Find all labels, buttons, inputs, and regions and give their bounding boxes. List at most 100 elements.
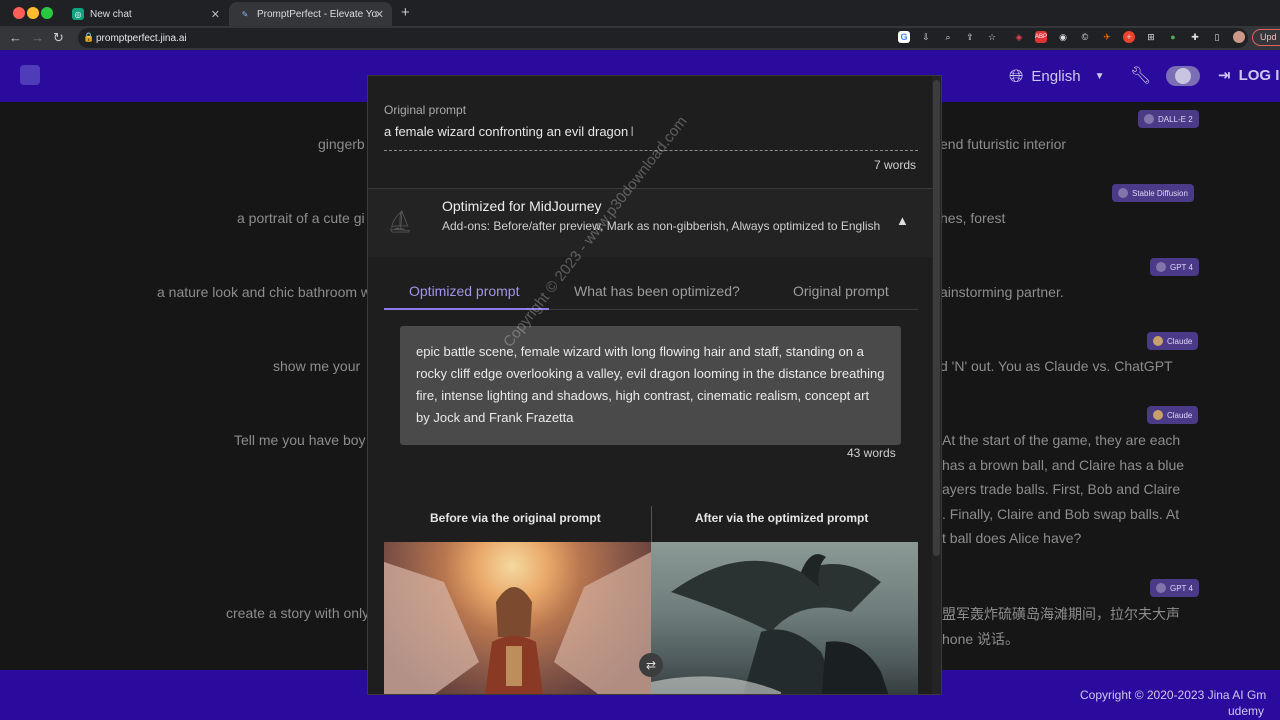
- history-item-text: a portrait of a cute gi: [237, 210, 365, 226]
- stable-diffusion-icon: [1118, 188, 1128, 198]
- result-tabs: Optimized prompt What has been optimized…: [384, 271, 918, 310]
- login-button[interactable]: ⇥ LOG I: [1218, 66, 1280, 85]
- google-icon[interactable]: G: [898, 31, 910, 43]
- login-icon: ⇥: [1218, 67, 1231, 84]
- history-item-text: At the start of the game, they are each: [942, 432, 1181, 448]
- extension-icon[interactable]: ●: [1167, 31, 1179, 43]
- address-bar[interactable]: 🔒 promptperfect.jina.ai: [78, 28, 1248, 48]
- login-label: LOG I: [1238, 66, 1280, 84]
- extension-icon[interactable]: ✈: [1101, 31, 1113, 43]
- chatgpt-icon: ◎: [72, 8, 84, 20]
- history-item-text: d 'N' out. You as Claude vs. ChatGPT: [940, 358, 1173, 374]
- history-item-text: a nature look and chic bathroom w: [157, 284, 372, 300]
- swap-icon[interactable]: ⇄: [639, 653, 663, 677]
- globe-icon: 🌐︎: [1009, 66, 1024, 86]
- chevron-up-icon[interactable]: ▲: [896, 213, 909, 228]
- tab-label: PromptPerfect - Elevate Your P: [257, 8, 377, 20]
- footer-copyright: Copyright © 2020-2023 Jina AI Gm: [1080, 688, 1267, 702]
- sidebar-icon[interactable]: ▯: [1211, 31, 1223, 43]
- original-prompt-label: Original prompt: [384, 103, 467, 117]
- close-icon[interactable]: ✕: [375, 8, 384, 21]
- history-item-text: t ball does Alice have?: [942, 530, 1082, 546]
- tab-label: New chat: [90, 8, 132, 20]
- history-item-text: . Finally, Claire and Bob swap balls. At: [942, 506, 1180, 522]
- extension-icon[interactable]: ©: [1079, 31, 1091, 43]
- anthropic-icon: [1153, 410, 1163, 420]
- optimized-word-count: 43 words: [847, 446, 896, 460]
- model-badge: Stable Diffusion: [1112, 184, 1194, 202]
- openai-icon: [1156, 262, 1166, 272]
- install-icon[interactable]: ⇩: [920, 31, 932, 43]
- history-item-text: end futuristic interior: [940, 136, 1067, 152]
- lock-icon: 🔒: [83, 32, 95, 42]
- new-tab-button[interactable]: +: [401, 4, 410, 21]
- adblock-icon[interactable]: ABP: [1035, 31, 1047, 43]
- promptperfect-icon: ✎: [241, 9, 249, 19]
- anthropic-icon: [1153, 336, 1163, 346]
- udemy-watermark: udemy: [1228, 704, 1265, 718]
- promptperfect-logo[interactable]: [20, 65, 40, 85]
- before-label: Before via the original prompt: [430, 511, 601, 525]
- close-icon[interactable]: ✕: [211, 8, 220, 21]
- forward-icon[interactable]: →: [31, 30, 44, 45]
- caret-down-icon: ▼: [1094, 71, 1105, 82]
- optimized-target-title: Optimized for MidJourney: [442, 198, 602, 214]
- extension-icon[interactable]: ◉: [1057, 31, 1069, 43]
- pocket-icon[interactable]: ◈: [1013, 31, 1025, 43]
- history-item-text: ayers trade balls. First, Bob and Claire: [942, 481, 1181, 497]
- divider: [651, 506, 652, 546]
- history-item-text: create a story with only: [226, 605, 370, 621]
- browser-tab-promptperfect[interactable]: ✎ PromptPerfect - Elevate Your P ✕: [229, 2, 392, 26]
- history-item-text: has a brown ball, and Claire has a blue: [942, 457, 1185, 473]
- history-item-text: gingerb: [318, 136, 365, 152]
- browser-tab-new-chat[interactable]: ◎ New chat ✕: [62, 2, 228, 26]
- browser-tab-strip: ◎ New chat ✕ ✎ PromptPerfect - Elevate Y…: [0, 0, 1280, 26]
- optimization-settings-panel[interactable]: ⛵︎ Optimized for MidJourney Add-ons: Bef…: [368, 189, 934, 257]
- model-badge: GPT 4: [1150, 579, 1199, 597]
- after-image: [651, 542, 918, 694]
- wrench-icon[interactable]: 🔧︎: [1130, 66, 1152, 86]
- model-badge: DALL-E 2: [1138, 110, 1199, 128]
- language-selector[interactable]: 🌐︎ English ▼: [1009, 66, 1105, 87]
- back-icon[interactable]: ←: [9, 30, 22, 45]
- model-badge: Claude: [1147, 406, 1199, 424]
- language-label: English: [1031, 68, 1081, 85]
- minimize-window-button[interactable]: [27, 7, 39, 19]
- history-item-text: Tell me you have boy: [234, 432, 366, 448]
- extension-icon[interactable]: ⊞: [1145, 31, 1157, 43]
- openai-icon: [1156, 583, 1166, 593]
- after-label: After via the optimized prompt: [695, 511, 869, 525]
- zoom-window-button[interactable]: [41, 7, 53, 19]
- optimized-prompt-text[interactable]: epic battle scene, female wizard with lo…: [400, 326, 901, 445]
- close-window-button[interactable]: [13, 7, 25, 19]
- model-badge: Claude: [1147, 332, 1199, 350]
- url-text: promptperfect.jina.ai: [96, 32, 187, 44]
- before-image: [384, 542, 651, 694]
- tab-optimized-prompt[interactable]: Optimized prompt: [409, 283, 519, 299]
- reload-icon[interactable]: ↻: [53, 30, 64, 46]
- history-item-text: ainstorming partner.: [940, 284, 1064, 300]
- theme-toggle[interactable]: [1166, 66, 1200, 86]
- text-cursor-icon: I: [630, 123, 635, 139]
- extension-icon[interactable]: +: [1123, 31, 1135, 43]
- history-item-text: 盟军轰炸硫磺岛海滩期间，拉尔夫大声: [942, 606, 1180, 622]
- dalle-icon: [1144, 114, 1154, 124]
- before-after-preview: Before via the original prompt After via…: [384, 506, 918, 694]
- share-icon[interactable]: ⇪: [964, 31, 976, 43]
- history-item-text: hone 说话。: [942, 631, 1020, 647]
- model-badge: GPT 4: [1150, 258, 1199, 276]
- profile-avatar[interactable]: [1233, 31, 1245, 43]
- scrollbar[interactable]: [932, 76, 941, 694]
- scrollbar-thumb[interactable]: [933, 80, 940, 556]
- midjourney-icon: ⛵︎: [386, 209, 414, 234]
- update-button[interactable]: Upd: [1252, 29, 1280, 46]
- tab-what-has-been-optimized[interactable]: What has been optimized?: [574, 283, 740, 299]
- zoom-icon[interactable]: ⌕: [942, 31, 954, 43]
- history-item-text: show me your: [273, 358, 361, 374]
- original-word-count: 7 words: [874, 158, 917, 172]
- addons-text: Add-ons: Before/after preview, Mark as n…: [442, 219, 881, 233]
- extensions-puzzle-icon[interactable]: ✚: [1189, 31, 1201, 43]
- tab-original-prompt[interactable]: Original prompt: [793, 283, 889, 299]
- bookmark-star-icon[interactable]: ☆: [986, 31, 998, 43]
- history-item-text: hes, forest: [940, 210, 1006, 226]
